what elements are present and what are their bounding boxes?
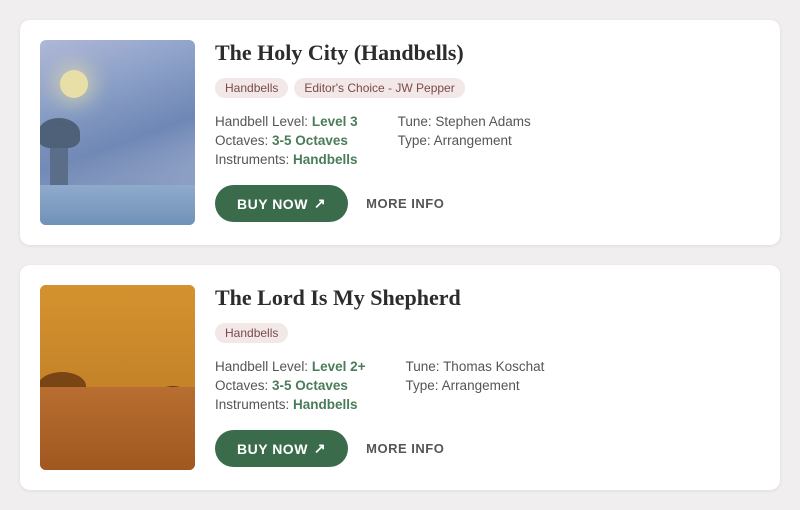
details-left-holy-city: Handbell Level: Level 3 Octaves: 3-5 Octa…: [215, 114, 358, 167]
detail-row: Handbell Level: Level 2+: [215, 359, 366, 374]
card-title-holy-city: The Holy City (Handbells): [215, 40, 760, 66]
card-lord-shepherd: The Lord Is My ShepherdHandbellsHandbell…: [20, 265, 780, 490]
detail-value: Stephen Adams: [435, 114, 530, 129]
more-info-button-holy-city[interactable]: MORE INFO: [366, 196, 444, 211]
detail-row: Instruments: Handbells: [215, 397, 366, 412]
buy-now-button-holy-city[interactable]: BUY NOW ↗: [215, 185, 348, 222]
card-content-holy-city: The Holy City (Handbells) Handbells Editor…: [215, 40, 760, 225]
details-grid-holy-city: Handbell Level: Level 3 Octaves: 3-5 Octa…: [215, 114, 760, 167]
detail-label: Tune:: [398, 114, 432, 129]
more-info-button-lord-shepherd[interactable]: MORE INFO: [366, 441, 444, 456]
detail-row: Octaves: 3-5 Octaves: [215, 378, 366, 393]
ground-decoration: [40, 442, 195, 470]
detail-label: Octaves:: [215, 133, 268, 148]
detail-value: Level 3: [312, 114, 358, 129]
detail-value: Arrangement: [442, 378, 520, 393]
tag-handbells: Handbells: [215, 78, 288, 98]
details-right-holy-city: Tune: Stephen Adams Type: Arrangement: [398, 114, 531, 167]
arrow-icon: ↗: [314, 440, 326, 457]
detail-value: Handbells: [293, 397, 358, 412]
detail-value: Arrangement: [434, 133, 512, 148]
tags-lord-shepherd: Handbells: [215, 323, 760, 343]
detail-label: Type:: [398, 133, 431, 148]
tags-holy-city: Handbells Editor's Choice - JW Pepper: [215, 78, 760, 98]
buy-now-button-lord-shepherd[interactable]: BUY NOW ↗: [215, 430, 348, 467]
card-holy-city: The Holy City (Handbells) Handbells Editor…: [20, 20, 780, 245]
detail-row: Type: Arrangement: [398, 133, 531, 148]
detail-row: Octaves: 3-5 Octaves: [215, 133, 358, 148]
detail-row: Handbell Level: Level 3: [215, 114, 358, 129]
tree-decoration: [52, 390, 72, 450]
detail-value: Handbells: [293, 152, 358, 167]
card-actions-holy-city: BUY NOW ↗ MORE INFO: [215, 185, 760, 222]
detail-label: Type:: [406, 378, 439, 393]
detail-row: Tune: Stephen Adams: [398, 114, 531, 129]
detail-value: 3-5 Octaves: [272, 378, 348, 393]
water-decoration: [40, 185, 195, 225]
detail-row: Type: Arrangement: [406, 378, 545, 393]
card-title-lord-shepherd: The Lord Is My Shepherd: [215, 285, 760, 311]
details-grid-lord-shepherd: Handbell Level: Level 2+ Octaves: 3-5 Oct…: [215, 359, 760, 412]
detail-label: Instruments:: [215, 152, 289, 167]
buy-label: BUY NOW: [237, 196, 308, 212]
thumbnail-holy-city: [40, 40, 195, 225]
detail-label: Instruments:: [215, 397, 289, 412]
details-right-lord-shepherd: Tune: Thomas Koschat Type: Arrangement: [406, 359, 545, 412]
detail-label: Tune:: [406, 359, 440, 374]
tag-editors-choice---jw-pepper: Editor's Choice - JW Pepper: [294, 78, 464, 98]
tag-handbells: Handbells: [215, 323, 288, 343]
details-left-lord-shepherd: Handbell Level: Level 2+ Octaves: 3-5 Oct…: [215, 359, 366, 412]
thumbnail-lord-shepherd: [40, 285, 195, 470]
arrow-icon: ↗: [314, 195, 326, 212]
detail-label: Octaves:: [215, 378, 268, 393]
detail-label: Handbell Level:: [215, 114, 308, 129]
buy-label: BUY NOW: [237, 441, 308, 457]
detail-row: Instruments: Handbells: [215, 152, 358, 167]
card-content-lord-shepherd: The Lord Is My ShepherdHandbellsHandbell…: [215, 285, 760, 470]
card-actions-lord-shepherd: BUY NOW ↗ MORE INFO: [215, 430, 760, 467]
detail-value: Thomas Koschat: [443, 359, 544, 374]
detail-value: 3-5 Octaves: [272, 133, 348, 148]
detail-value: Level 2+: [312, 359, 366, 374]
tree2-decoration: [166, 400, 180, 445]
detail-label: Handbell Level:: [215, 359, 308, 374]
detail-row: Tune: Thomas Koschat: [406, 359, 545, 374]
